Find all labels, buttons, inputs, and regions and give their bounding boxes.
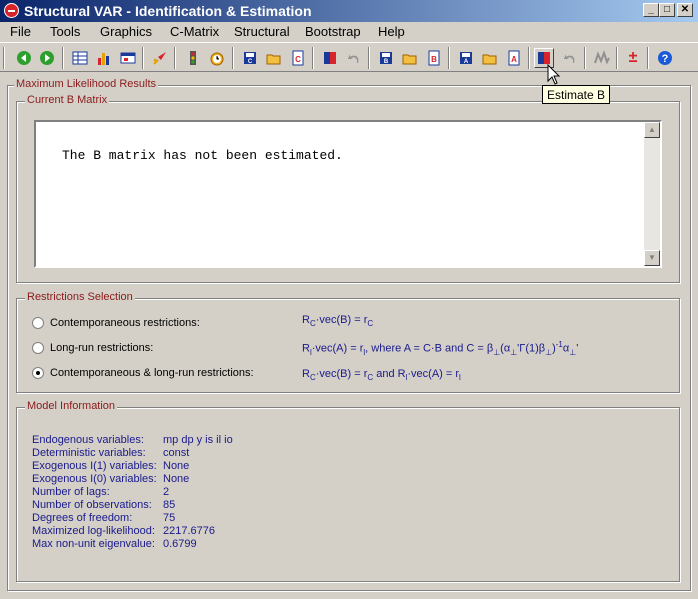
toolbar-separator: [368, 47, 370, 69]
maximize-button[interactable]: □: [659, 3, 675, 17]
rocket-icon[interactable]: [150, 48, 170, 68]
back-icon[interactable]: [14, 48, 34, 68]
toolbar-separator: [584, 47, 586, 69]
svg-text:C: C: [295, 55, 301, 64]
menu-help[interactable]: Help: [378, 24, 405, 39]
window-title: Structural VAR - Identification & Estima…: [24, 3, 312, 19]
info-label: Deterministic variables:: [32, 447, 146, 459]
minimize-button[interactable]: _: [643, 3, 659, 17]
info-value: 2217.6776: [163, 525, 215, 537]
equation-combined: RC·vec(B) = rC and Rl·vec(A) = rl: [302, 368, 461, 383]
save-b-icon[interactable]: B: [376, 48, 396, 68]
model-info-title: Model Information: [25, 400, 118, 412]
traffic-light-icon[interactable]: [183, 48, 203, 68]
scroll-up-icon[interactable]: ▲: [644, 122, 660, 138]
toolbar-separator: [448, 47, 450, 69]
radio-long-run[interactable]: [32, 342, 44, 354]
svg-text:A: A: [511, 55, 517, 64]
label-contemporaneous-long-run[interactable]: Contemporaneous & long-run restrictions:: [50, 367, 254, 379]
scroll-down-icon[interactable]: ▼: [644, 250, 660, 266]
info-label: Maximized log-likelihood:: [32, 525, 155, 537]
info-value: None: [163, 460, 190, 472]
mouse-cursor-icon: [547, 64, 561, 85]
edit-c-icon[interactable]: C: [288, 48, 308, 68]
b-matrix-title: Current B Matrix: [25, 94, 110, 106]
edit-a-icon[interactable]: A: [504, 48, 524, 68]
equation-contemporaneous: RC·vec(B) = rC: [302, 314, 374, 329]
svg-text:C: C: [248, 59, 253, 65]
menu-structural[interactable]: Structural: [234, 24, 290, 39]
window-icon[interactable]: [118, 48, 138, 68]
vertical-scrollbar[interactable]: ▲ ▼: [644, 122, 660, 266]
estimate-c-icon[interactable]: [320, 48, 340, 68]
toolbar-separator: [647, 47, 649, 69]
menu-tools[interactable]: Tools: [50, 24, 80, 39]
label-long-run[interactable]: Long-run restrictions:: [50, 342, 153, 354]
info-label: Exogenous I(1) variables:: [32, 460, 157, 472]
svg-text:?: ?: [662, 53, 669, 65]
info-label: Degrees of freedom:: [32, 512, 133, 524]
menu-graphics[interactable]: Graphics: [100, 24, 152, 39]
info-value: 0.6799: [163, 538, 197, 550]
radio-contemporaneous-long-run[interactable]: [32, 367, 44, 379]
title-bar: Structural VAR - Identification & Estima…: [0, 0, 698, 22]
toolbar-separator: [62, 47, 64, 69]
model-info-table: Endogenous variables: mp dp y is il io De…: [32, 434, 432, 554]
toolbar-separator: [142, 47, 144, 69]
estimate-b-tooltip: Estimate B: [542, 85, 611, 104]
info-value: 85: [163, 499, 176, 511]
menu-bootstrap[interactable]: Bootstrap: [305, 24, 361, 39]
help-icon[interactable]: ?: [655, 48, 675, 68]
open-b-icon[interactable]: [400, 48, 420, 68]
app-icon[interactable]: [4, 3, 19, 18]
toolbar-separator: [312, 47, 314, 69]
open-a-icon[interactable]: [480, 48, 500, 68]
b-matrix-text: The B matrix has not been estimated.: [62, 148, 343, 163]
toolbar-separator: [528, 47, 530, 69]
alarm-clock-icon[interactable]: [207, 48, 227, 68]
bar-chart-icon[interactable]: [94, 48, 114, 68]
menu-file[interactable]: File: [10, 24, 31, 39]
open-c-icon[interactable]: [264, 48, 284, 68]
b-matrix-textarea[interactable]: The B matrix has not been estimated. ▲ ▼: [34, 120, 662, 268]
toolbar-separator: [616, 47, 618, 69]
table-icon[interactable]: [70, 48, 90, 68]
label-contemporaneous[interactable]: Contemporaneous restrictions:: [50, 317, 200, 329]
restrictions-title: Restrictions Selection: [25, 291, 135, 303]
ml-results-title: Maximum Likelihood Results: [14, 78, 158, 90]
save-c-icon[interactable]: C: [240, 48, 260, 68]
svg-text:B: B: [431, 55, 437, 64]
edit-b-icon[interactable]: B: [424, 48, 444, 68]
impulse-icon[interactable]: [592, 48, 612, 68]
svg-text:B: B: [384, 59, 389, 65]
info-label: Endogenous variables:: [32, 434, 144, 446]
info-label: Number of lags:: [32, 486, 110, 498]
forward-icon[interactable]: [37, 48, 57, 68]
info-label: Exogenous I(0) variables:: [32, 473, 157, 485]
info-value: const: [163, 447, 190, 459]
info-value: 75: [163, 512, 176, 524]
toolbar: C C B B A A ± ?: [0, 42, 698, 72]
undo-c-icon[interactable]: [344, 48, 364, 68]
info-label: Number of observations:: [32, 499, 152, 511]
info-value: mp dp y is il io: [163, 434, 233, 446]
undo-b-icon[interactable]: [560, 48, 580, 68]
close-button[interactable]: ✕: [677, 3, 693, 17]
toolbar-separator: [174, 47, 176, 69]
save-a-icon[interactable]: A: [456, 48, 476, 68]
plus-minus-icon[interactable]: ±: [623, 48, 643, 68]
svg-text:A: A: [464, 59, 469, 65]
toolbar-separator: [3, 47, 5, 69]
info-value: None: [163, 473, 190, 485]
equation-long-run: Rl·vec(A) = rl, where A = C·B and C = β⊥…: [302, 340, 579, 357]
menu-c-matrix[interactable]: C-Matrix: [170, 24, 219, 39]
info-value: 2: [163, 486, 170, 498]
radio-contemporaneous[interactable]: [32, 317, 44, 329]
menu-bar: File Tools Graphics C-Matrix Structural …: [0, 22, 698, 41]
info-label: Max non-unit eigenvalue:: [32, 538, 155, 550]
toolbar-separator: [232, 47, 234, 69]
